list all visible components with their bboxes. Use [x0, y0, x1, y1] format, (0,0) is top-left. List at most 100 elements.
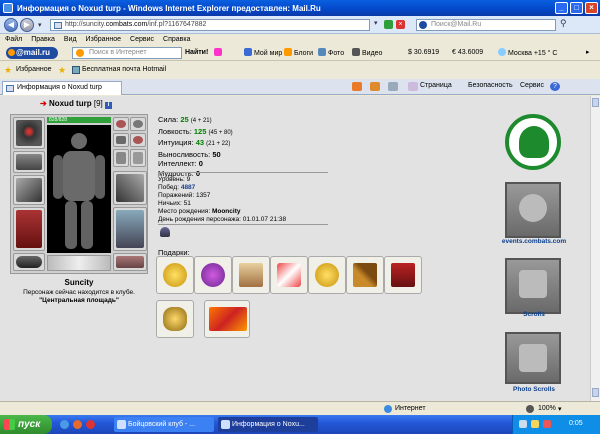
arrow-icon: ➔: [40, 99, 47, 108]
ring-slot-1[interactable]: [113, 117, 129, 131]
usd-rate[interactable]: $ 30.6919: [408, 48, 439, 58]
feeds-icon[interactable]: [370, 82, 380, 91]
gift-gold-coin-2[interactable]: [308, 256, 346, 294]
earring-slot[interactable]: [130, 117, 146, 131]
gift-potions[interactable]: [194, 256, 232, 294]
glove-slot-2[interactable]: [130, 149, 146, 167]
gift-card[interactable]: [204, 300, 250, 338]
video-button[interactable]: Видео: [352, 48, 382, 59]
window-titlebar[interactable]: Информация о Noxud turp - Windows Intern…: [0, 0, 600, 16]
menu-edit[interactable]: Правка: [31, 36, 55, 43]
menu-help[interactable]: Справка: [163, 36, 190, 43]
close-button[interactable]: ×: [585, 2, 598, 14]
photo-scrolls-emblem[interactable]: [505, 332, 561, 384]
search-button-icon[interactable]: ⚲: [560, 18, 572, 30]
mailru-search-input[interactable]: Поиск в Интернет: [72, 47, 182, 59]
safety-menu[interactable]: Безопасность: [468, 82, 513, 89]
hotmail-link[interactable]: Бесплатная почта Hotmail: [82, 66, 166, 73]
page-menu[interactable]: Страница: [420, 82, 452, 89]
events-emblem[interactable]: [505, 182, 561, 238]
myworld-button[interactable]: Мой мир: [244, 48, 282, 59]
quicklaunch-opera-icon[interactable]: [86, 420, 95, 429]
events-link[interactable]: events.combats.com: [484, 238, 584, 245]
security-zone[interactable]: Интернет: [395, 405, 426, 412]
menu-favorites[interactable]: Избранное: [86, 36, 121, 43]
gift-scroll[interactable]: [232, 256, 270, 294]
boots-slot[interactable]: [113, 253, 147, 271]
zoom-level[interactable]: 100%: [538, 405, 556, 412]
history-dropdown-icon[interactable]: ▾: [38, 21, 42, 29]
clan-badge-icon[interactable]: [160, 227, 170, 237]
add-favorite-icon[interactable]: ★: [58, 66, 66, 75]
quicklaunch-firefox-icon[interactable]: [73, 420, 82, 429]
location-name[interactable]: "Центральная площадь": [4, 297, 154, 304]
legs-slot[interactable]: [113, 207, 147, 251]
info-icon[interactable]: i: [104, 102, 112, 109]
tools-menu[interactable]: Сервис: [520, 82, 544, 89]
stats-block: Сила: 25 (4 + 21) Ловкость: 125 (45 + 80…: [158, 115, 333, 178]
quicklaunch-ie-icon[interactable]: [60, 420, 69, 429]
offhand-slot[interactable]: [113, 171, 147, 205]
gift-banner[interactable]: [384, 256, 422, 294]
menu-file[interactable]: Файл: [5, 36, 22, 43]
task-info[interactable]: Информация о Noxu...: [218, 417, 318, 432]
gift-shield[interactable]: [156, 300, 194, 338]
address-dropdown-icon[interactable]: ▾: [374, 19, 384, 31]
maximize-button[interactable]: □: [570, 2, 583, 14]
eur-rate[interactable]: € 43.6009: [452, 48, 483, 58]
tab-active[interactable]: Информация о Noxud turp: [2, 81, 122, 95]
glove-slot-1[interactable]: [113, 149, 129, 167]
network-icon[interactable]: [519, 420, 527, 428]
antivirus-icon[interactable]: [543, 420, 551, 428]
gift-gold-coin[interactable]: [156, 256, 194, 294]
menu-view[interactable]: Вид: [64, 36, 77, 43]
home-icon[interactable]: [352, 82, 362, 91]
favorites-button[interactable]: Избранное: [16, 66, 51, 73]
help-icon[interactable]: ?: [550, 82, 560, 91]
scroll-down-icon[interactable]: [592, 388, 599, 397]
city-name: Suncity: [64, 278, 94, 287]
weather-button[interactable]: Москва +15 ° C: [498, 48, 557, 59]
forward-button[interactable]: ▶: [20, 18, 34, 32]
find-button[interactable]: Найти!: [185, 48, 208, 58]
mailru-logo[interactable]: @mail.ru: [6, 47, 58, 59]
refresh-icon[interactable]: [384, 20, 393, 29]
start-button[interactable]: пуск: [0, 415, 52, 434]
clock[interactable]: 0:05: [569, 420, 583, 427]
scrolls-emblem[interactable]: [505, 258, 561, 314]
photo-scrolls-link[interactable]: Photo Scrolls: [484, 386, 584, 393]
stat-intellect-label: Интеллект:: [158, 159, 197, 168]
red-cloak-icon: [16, 210, 42, 248]
print-icon[interactable]: [388, 82, 398, 91]
toolbar-options-icon[interactable]: ▸: [586, 48, 590, 58]
back-button[interactable]: ◀: [4, 18, 18, 32]
vertical-scrollbar[interactable]: [590, 96, 600, 401]
gift-letter[interactable]: [270, 256, 308, 294]
favorites-star-icon[interactable]: ★: [4, 66, 12, 75]
zoom-dropdown-icon[interactable]: ▾: [558, 405, 562, 413]
scroll-up-icon[interactable]: [592, 98, 599, 107]
zoom-icon: [526, 405, 534, 413]
necklace-slot[interactable]: [13, 151, 45, 173]
volume-icon[interactable]: [531, 420, 539, 428]
armor-slot[interactable]: [13, 207, 45, 251]
ring-slot-3[interactable]: [130, 133, 146, 147]
gift-broom[interactable]: [346, 256, 384, 294]
search-input[interactable]: Поиск@Mail.Ru: [416, 19, 556, 31]
helmet-slot[interactable]: [13, 117, 45, 149]
ring-slot-2[interactable]: [113, 133, 129, 147]
menu-tools[interactable]: Сервис: [130, 36, 154, 43]
blogs-button[interactable]: Блоги: [284, 48, 313, 59]
minimize-button[interactable]: _: [555, 2, 568, 14]
character-avatar[interactable]: [47, 125, 111, 253]
stop-icon[interactable]: ×: [396, 20, 405, 29]
weapon-slot[interactable]: [13, 175, 45, 205]
stat-intuition-value: 43: [195, 138, 205, 147]
scrolls-link[interactable]: Scrolls: [484, 311, 584, 318]
photo-button[interactable]: Фото: [318, 48, 344, 59]
mail-icon[interactable]: [214, 48, 224, 59]
address-input[interactable]: http://suncity.combats.com/inf.pl?116764…: [50, 19, 370, 31]
belt-slot[interactable]: [13, 253, 45, 271]
green-emblem[interactable]: [505, 114, 561, 170]
task-club[interactable]: Бойцовский клуб - ...: [114, 417, 214, 432]
